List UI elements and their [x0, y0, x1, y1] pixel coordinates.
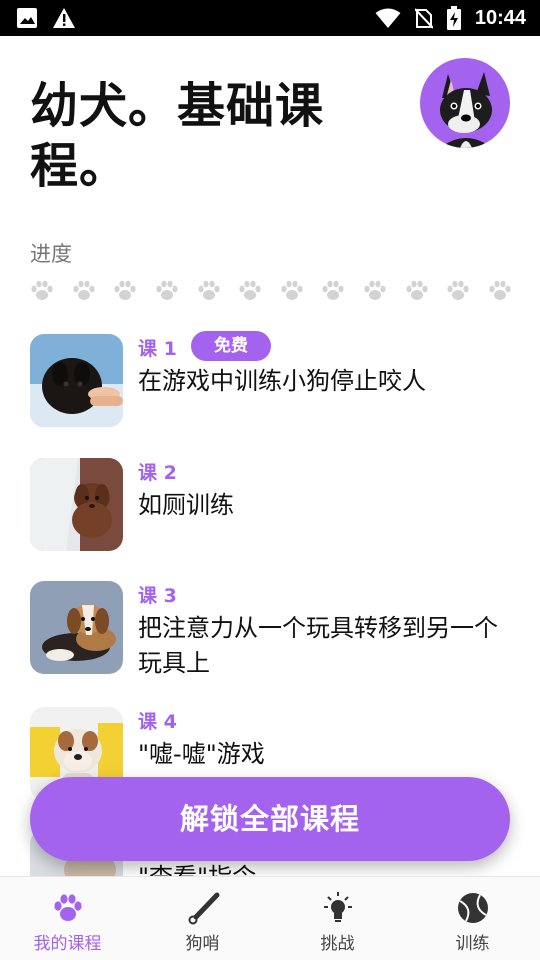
warning-icon	[53, 8, 75, 28]
progress-paw-icon	[31, 280, 53, 300]
page-title: 幼犬。基础课程。	[30, 78, 325, 194]
whistle-icon	[188, 892, 219, 925]
nav-tab-my-courses[interactable]: 我的课程	[0, 877, 135, 960]
battery-charging-icon	[446, 6, 461, 30]
free-badge: 免费	[191, 331, 271, 361]
progress-paw-icon	[322, 280, 344, 300]
nav-tab-training[interactable]: 训练	[405, 877, 540, 960]
lesson-title: "查看"指令	[138, 860, 498, 876]
avatar[interactable]	[420, 58, 510, 148]
course-content[interactable]: 幼犬。基础课程。 进度 课 1 免费 在游戏中训练小狗停止咬人 课 2 如厕训练…	[0, 36, 540, 876]
ball-icon	[457, 893, 488, 923]
lesson-thumbnail	[30, 581, 123, 674]
lesson-number: 课 4	[138, 711, 177, 733]
nav-label: 狗哨	[185, 934, 220, 954]
image-icon	[17, 8, 37, 28]
status-time: 10:44	[474, 6, 526, 29]
lesson-number: 课 3	[138, 585, 177, 607]
progress-paw-icon	[447, 280, 469, 300]
nav-tab-challenge[interactable]: 挑战	[270, 877, 405, 960]
lesson-item-1[interactable]: 课 1 免费 在游戏中训练小狗停止咬人	[30, 331, 510, 434]
status-bar: 10:44	[0, 0, 540, 36]
progress-paw-icon	[156, 280, 178, 300]
lesson-item-2[interactable]: 课 2 如厕训练	[30, 458, 510, 558]
progress-paw-icon	[114, 280, 136, 300]
lesson-item-3[interactable]: 课 3 把注意力从一个玩具转移到另一个玩具上	[30, 581, 510, 681]
lesson-number: 课 2	[138, 462, 177, 484]
lesson-title: 如厕训练	[138, 491, 234, 519]
progress-paw-icon	[281, 280, 303, 300]
progress-paw-icon	[406, 280, 428, 300]
progress-paw-icon	[73, 280, 95, 300]
lesson-title: 把注意力从一个玩具转移到另一个玩具上	[138, 614, 498, 677]
dog-avatar-icon	[440, 72, 492, 148]
progress-label: 进度	[30, 242, 72, 266]
lesson-title: "嘘-嘘"游戏	[138, 740, 265, 768]
progress-paw-icon	[364, 280, 386, 300]
lesson-number: 课 1	[138, 338, 177, 360]
nav-label: 训练	[455, 934, 490, 954]
nav-tab-whistle[interactable]: 狗哨	[135, 877, 270, 960]
lesson-title: 在游戏中训练小狗停止咬人	[138, 367, 426, 395]
no-sim-icon	[414, 8, 433, 29]
lightbulb-icon	[323, 892, 352, 922]
lesson-thumbnail	[30, 458, 123, 551]
progress-paws	[30, 280, 512, 302]
bottom-nav: 我的课程 狗哨 挑战 训练	[0, 876, 540, 960]
nav-label: 我的课程	[33, 934, 102, 954]
paw-icon	[53, 894, 82, 921]
progress-paw-icon	[197, 280, 220, 300]
nav-label: 挑战	[320, 934, 355, 954]
wifi-icon	[375, 8, 401, 28]
progress-paw-icon	[239, 280, 261, 300]
lesson-thumbnail	[30, 334, 123, 427]
progress-paw-icon	[489, 280, 511, 300]
unlock-all-courses-button[interactable]: 解锁全部课程	[30, 777, 510, 861]
